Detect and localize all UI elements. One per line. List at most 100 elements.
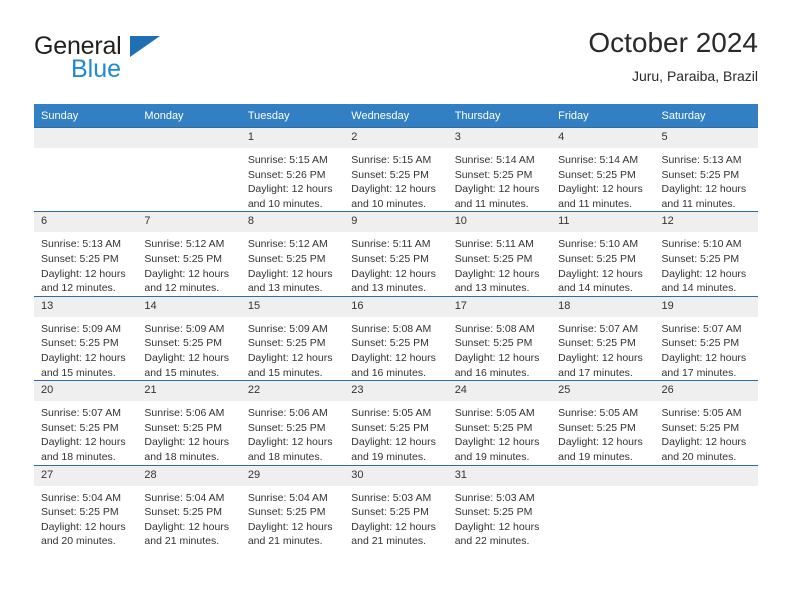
day-number: 10: [447, 212, 552, 233]
day-number: 27: [34, 465, 138, 486]
daylight-text: and 21 minutes.: [144, 535, 220, 548]
sunrise-text: Sunrise: 5:08 AM: [351, 322, 432, 335]
sunset-text: Sunset: 5:25 PM: [454, 506, 533, 519]
calendar-day-cell[interactable]: 19 Sunrise: 5:07 AM Sunset: 5:25 PM Dayligh…: [654, 295, 758, 381]
daylight-text: and 15 minutes.: [41, 366, 116, 379]
calendar-day-cell[interactable]: 6 Sunrise: 5:13 AM Sunset: 5:25 PM Daylight…: [34, 211, 138, 297]
day-details: Sunrise: 5:08 AM Sunset: 5:25 PM Daylight:…: [448, 317, 551, 380]
sunrise-text: Sunrise: 5:09 AM: [144, 322, 225, 335]
sunrise-text: Sunrise: 5:14 AM: [558, 154, 639, 166]
sunset-text: Sunset: 5:25 PM: [661, 337, 740, 350]
day-number: 6: [34, 212, 138, 233]
weekday-header-thursday: Thursday: [447, 104, 552, 128]
daylight-text: and 17 minutes.: [558, 366, 633, 379]
day-details: Sunrise: 5:03 AM Sunset: 5:25 PM Daylight:…: [344, 486, 447, 549]
calendar-day-cell[interactable]: 13 Sunrise: 5:09 AM Sunset: 5:25 PM Dayligh…: [34, 295, 138, 381]
daylight-text: and 19 minutes.: [454, 450, 530, 463]
calendar-day-cell[interactable]: 23 Sunrise: 5:05 AM Sunset: 5:25 PM Dayligh…: [344, 380, 448, 465]
calendar-day-cell[interactable]: 18 Sunrise: 5:07 AM Sunset: 5:25 PM Dayligh…: [551, 295, 655, 381]
page-title: October 2024: [588, 27, 758, 58]
calendar-day-cell[interactable]: 21 Sunrise: 5:06 AM Sunset: 5:25 PM Dayligh…: [137, 380, 241, 465]
sunrise-text: Sunrise: 5:10 AM: [558, 238, 639, 251]
day-number: 11: [551, 212, 655, 233]
general-blue-logo[interactable]: General Blue: [34, 32, 214, 94]
calendar-day-cell[interactable]: 31 Sunrise: 5:03 AM Sunset: 5:25 PM Dayligh…: [447, 464, 552, 549]
daylight-text: Daylight: 12 hours: [454, 351, 540, 364]
sunset-text: Sunset: 5:25 PM: [454, 168, 533, 181]
sunset-text: Sunset: 5:25 PM: [247, 506, 326, 519]
daylight-text: and 17 minutes.: [661, 366, 737, 379]
sunset-text: Sunset: 5:25 PM: [558, 421, 636, 434]
day-number: 23: [344, 381, 448, 402]
calendar-day-cell[interactable]: 16 Sunrise: 5:08 AM Sunset: 5:25 PM Dayligh…: [344, 295, 448, 381]
day-details: Sunrise: 5:03 AM Sunset: 5:25 PM Daylight:…: [448, 486, 551, 549]
day-number: 13: [34, 296, 138, 317]
calendar-day-cell[interactable]: 11 Sunrise: 5:10 AM Sunset: 5:25 PM Dayligh…: [551, 211, 655, 297]
calendar-day-cell[interactable]: 20 Sunrise: 5:07 AM Sunset: 5:25 PM Dayligh…: [34, 380, 138, 465]
weekday-header-wednesday: Wednesday: [344, 104, 448, 128]
day-number: 18: [551, 296, 655, 317]
day-number: 12: [654, 212, 758, 233]
day-number: 1: [240, 128, 345, 148]
calendar-day-cell[interactable]: 5 Sunrise: 5:13 AM Sunset: 5:25 PM Daylight…: [654, 126, 758, 212]
daylight-text: Daylight: 12 hours: [454, 267, 540, 280]
logo-text-blue: Blue: [71, 55, 122, 83]
sunrise-text: Sunrise: 5:12 AM: [247, 238, 328, 251]
calendar-day-cell[interactable]: 8 Sunrise: 5:12 AM Sunset: 5:25 PM Daylight…: [240, 211, 345, 297]
sunrise-text: Sunrise: 5:04 AM: [144, 491, 225, 504]
day-details: Sunrise: 5:06 AM Sunset: 5:25 PM Daylight:…: [137, 401, 240, 464]
calendar-day-cell[interactable]: 30 Sunrise: 5:03 AM Sunset: 5:25 PM Dayligh…: [344, 464, 448, 549]
daylight-text: Daylight: 12 hours: [41, 520, 126, 533]
sunset-text: Sunset: 5:25 PM: [351, 421, 429, 434]
calendar-day-cell[interactable]: 28 Sunrise: 5:04 AM Sunset: 5:25 PM Dayligh…: [137, 464, 241, 549]
day-number: 9: [344, 212, 448, 233]
calendar-day-cell[interactable]: 25 Sunrise: 5:05 AM Sunset: 5:25 PM Dayligh…: [551, 380, 655, 465]
day-details: Sunrise: 5:05 AM Sunset: 5:25 PM Daylight:…: [655, 401, 758, 464]
daylight-text: and 19 minutes.: [558, 450, 633, 463]
calendar-day-cell[interactable]: 26 Sunrise: 5:05 AM Sunset: 5:25 PM Dayligh…: [654, 380, 758, 465]
day-details: Sunrise: 5:07 AM Sunset: 5:25 PM Daylight:…: [551, 317, 654, 380]
day-details: Sunrise: 5:09 AM Sunset: 5:25 PM Daylight:…: [241, 317, 344, 380]
calendar-day-cell[interactable]: 15 Sunrise: 5:09 AM Sunset: 5:25 PM Dayligh…: [240, 295, 345, 381]
weekday-header-row: Sunday Monday Tuesday Wednesday Thursday Frid…: [34, 104, 758, 128]
calendar-day-cell[interactable]: 9 Sunrise: 5:11 AM Sunset: 5:25 PM Daylight…: [344, 211, 448, 297]
calendar-day-cell[interactable]: 17 Sunrise: 5:08 AM Sunset: 5:25 PM Dayligh…: [447, 295, 552, 381]
sunset-text: Sunset: 5:25 PM: [41, 421, 119, 434]
calendar-day-cell[interactable]: 7 Sunrise: 5:12 AM Sunset: 5:25 PM Daylight…: [137, 211, 241, 297]
daylight-text: Daylight: 12 hours: [661, 436, 747, 449]
weekday-header-tuesday: Tuesday: [240, 104, 345, 128]
sunrise-text: Sunrise: 5:13 AM: [661, 154, 742, 166]
day-details: Sunrise: 5:13 AM Sunset: 5:25 PM Daylight:…: [655, 148, 758, 211]
sunset-text: Sunset: 5:25 PM: [247, 252, 326, 265]
daylight-text: and 21 minutes.: [247, 535, 323, 548]
daylight-text: and 19 minutes.: [351, 450, 426, 463]
daylight-text: and 16 minutes.: [454, 366, 530, 379]
sunrise-text: Sunrise: 5:06 AM: [144, 407, 225, 420]
day-number: 17: [447, 296, 552, 317]
calendar-day-cell[interactable]: 24 Sunrise: 5:05 AM Sunset: 5:25 PM Dayligh…: [447, 380, 552, 465]
daylight-text: Daylight: 12 hours: [41, 351, 126, 364]
daylight-text: Daylight: 12 hours: [247, 351, 333, 364]
daylight-text: and 12 minutes.: [41, 282, 116, 295]
calendar-day-cell[interactable]: 10 Sunrise: 5:11 AM Sunset: 5:25 PM Dayligh…: [447, 211, 552, 297]
daylight-text: Daylight: 12 hours: [41, 267, 126, 280]
calendar-day-cell[interactable]: 3 Sunrise: 5:14 AM Sunset: 5:25 PM Daylight…: [447, 126, 552, 212]
calendar-day-cell[interactable]: 14 Sunrise: 5:09 AM Sunset: 5:25 PM Dayligh…: [137, 295, 241, 381]
day-number: 15: [240, 296, 345, 317]
calendar-day-cell[interactable]: 4 Sunrise: 5:14 AM Sunset: 5:25 PM Daylight…: [551, 126, 655, 212]
daylight-text: and 15 minutes.: [144, 366, 220, 379]
day-number: 19: [654, 296, 758, 317]
sunset-text: Sunset: 5:25 PM: [661, 421, 740, 434]
calendar-day-cell[interactable]: 1 Sunrise: 5:15 AM Sunset: 5:26 PM Daylight…: [240, 126, 345, 212]
sunrise-text: Sunrise: 5:15 AM: [247, 154, 328, 166]
sunrise-text: Sunrise: 5:11 AM: [454, 238, 534, 251]
calendar-day-cell[interactable]: 27 Sunrise: 5:04 AM Sunset: 5:25 PM Dayligh…: [34, 464, 138, 549]
sunrise-text: Sunrise: 5:07 AM: [41, 407, 121, 420]
calendar-day-cell[interactable]: 12 Sunrise: 5:10 AM Sunset: 5:25 PM Dayligh…: [654, 211, 758, 297]
sunset-text: Sunset: 5:25 PM: [144, 506, 223, 519]
calendar-day-cell[interactable]: 22 Sunrise: 5:06 AM Sunset: 5:25 PM Dayligh…: [240, 380, 345, 465]
day-details: Sunrise: 5:09 AM Sunset: 5:25 PM Daylight:…: [34, 317, 137, 380]
calendar-day-cell[interactable]: 29 Sunrise: 5:04 AM Sunset: 5:25 PM Dayligh…: [240, 464, 345, 549]
calendar-day-cell[interactable]: 2 Sunrise: 5:15 AM Sunset: 5:25 PM Daylight…: [344, 126, 448, 212]
daylight-text: Daylight: 12 hours: [454, 436, 540, 449]
